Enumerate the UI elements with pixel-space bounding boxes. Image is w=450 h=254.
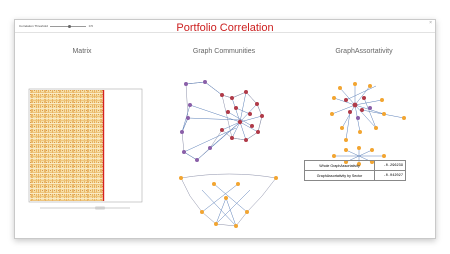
assortativity-graph-top — [331, 84, 405, 141]
assortativity-nodes-top — [330, 82, 406, 142]
assortativity-table: Whole GraphAssortativity -0.296239 Graph… — [304, 160, 406, 181]
table-cell-label: Whole GraphAssortativity — [305, 161, 375, 170]
table-cell-value: -0.296239 — [383, 163, 403, 168]
matrix-scrollbar-thumb — [95, 206, 105, 210]
table-cell-value: -0.042027 — [383, 173, 403, 178]
communities-graph-bottom — [180, 173, 277, 227]
table-cell-label: GraphAssortativity by Sector — [305, 171, 375, 180]
communities-nodes-bottom — [179, 176, 278, 228]
matrix-heatmap-overlay — [30, 90, 103, 201]
communities-nodes-top — [180, 80, 264, 162]
correlation-matrix — [28, 88, 143, 210]
figure-canvas — [28, 80, 406, 228]
table-row: Whole GraphAssortativity -0.296239 — [305, 161, 405, 171]
table-row: GraphAssortativity by Sector -0.042027 — [305, 171, 405, 180]
